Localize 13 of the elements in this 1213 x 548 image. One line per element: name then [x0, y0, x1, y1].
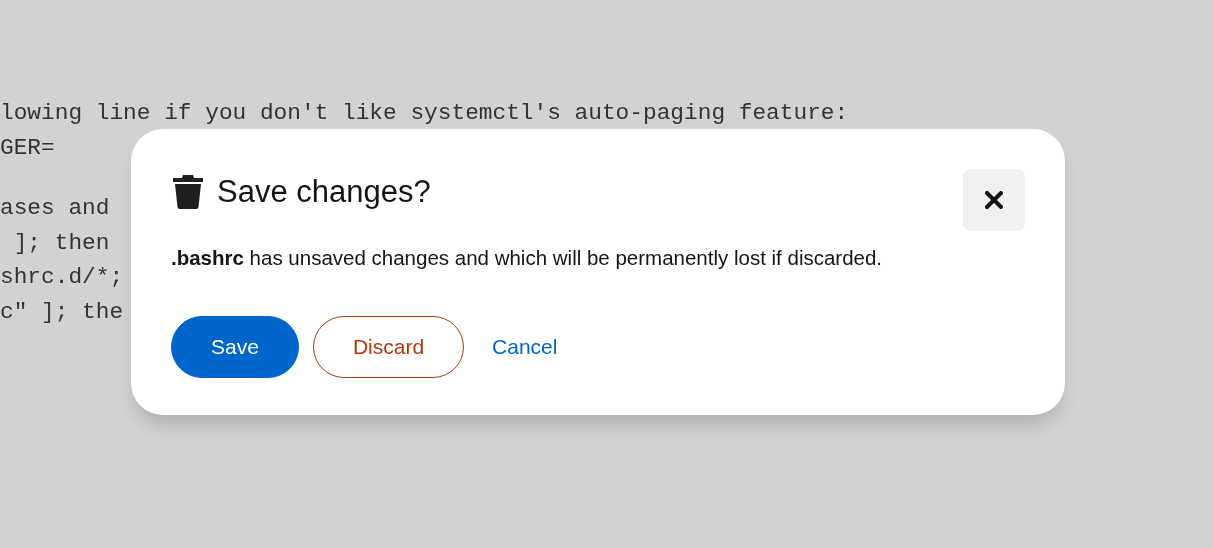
- code-line: shrc.d/*;: [0, 264, 124, 291]
- code-line: ases and: [0, 195, 110, 222]
- save-button[interactable]: Save: [171, 316, 299, 378]
- code-line: GER=: [0, 134, 55, 161]
- discard-button[interactable]: Discard: [312, 316, 465, 378]
- dialog-title: Save changes?: [217, 173, 431, 211]
- dialog-message: .bashrc has unsaved changes and which will be permanently lost if discarded.: [171, 245, 884, 271]
- code-line: lowing line if you don't like systemctl's auto-paging feature:: [0, 100, 849, 126]
- close-icon: [985, 191, 1003, 209]
- code-line: c" ]; the: [0, 298, 124, 325]
- close-button[interactable]: [963, 169, 1025, 231]
- code-line: ]; then: [12, 229, 110, 256]
- trash-icon: [173, 175, 203, 209]
